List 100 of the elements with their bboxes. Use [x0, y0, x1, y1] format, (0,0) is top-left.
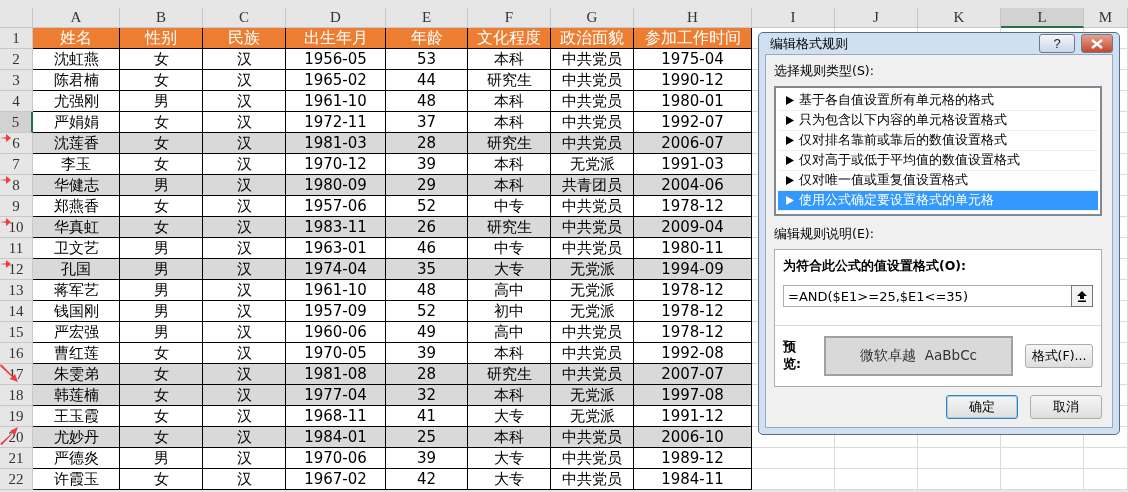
row-header[interactable]: 11 — [0, 238, 33, 259]
table-cell: 王玉霞 — [33, 406, 120, 427]
row-header[interactable]: 19 — [0, 406, 33, 427]
header-cell: 出生年月 — [286, 28, 386, 49]
column-header[interactable]: I — [752, 8, 835, 28]
table-cell: 32 — [386, 385, 468, 406]
row-header[interactable]: 16 — [0, 343, 33, 364]
help-button[interactable]: ? — [1039, 34, 1075, 53]
header-cell: 政治面貌 — [551, 28, 634, 49]
collapse-button[interactable] — [1071, 285, 1093, 307]
table-cell: 汉 — [203, 427, 286, 448]
rule-type-item[interactable]: 只为包含以下内容的单元格设置格式 — [778, 111, 1098, 131]
table-cell: 无党派 — [551, 406, 634, 427]
table-cell: 39 — [386, 343, 468, 364]
table-cell: 中共党员 — [551, 427, 634, 448]
table-cell: 中共党员 — [551, 469, 634, 490]
row-header[interactable]: 10 — [0, 217, 33, 238]
table-cell: 无党派 — [551, 259, 634, 280]
table-cell: 1991-03 — [634, 154, 752, 175]
row-header[interactable]: 4 — [0, 91, 33, 112]
row-header[interactable]: 2 — [0, 49, 33, 70]
close-button[interactable] — [1081, 34, 1113, 53]
row-header[interactable]: 7 — [0, 154, 33, 175]
rule-type-item[interactable]: 仅对高于或低于平均值的数值设置格式 — [778, 151, 1098, 171]
table-cell: 汉 — [203, 448, 286, 469]
table-cell: 1970-12 — [286, 154, 386, 175]
table-cell: 汉 — [203, 112, 286, 133]
table-cell: 许霞玉 — [33, 469, 120, 490]
table-cell: 女 — [120, 49, 203, 70]
triangle-icon — [786, 196, 794, 205]
table-cell: 1965-02 — [286, 70, 386, 91]
table-cell: 1984-01 — [286, 427, 386, 448]
table-cell: 46 — [386, 238, 468, 259]
table-cell: 钱国刚 — [33, 301, 120, 322]
triangle-icon — [786, 176, 794, 185]
up-arrow-icon — [1077, 290, 1087, 302]
rule-type-item[interactable]: 基于各自值设置所有单元格的格式 — [778, 91, 1098, 111]
table-cell: 女 — [120, 343, 203, 364]
column-header[interactable]: B — [120, 8, 203, 28]
format-button[interactable]: 格式(F)... — [1025, 344, 1093, 368]
table-cell: 1980-09 — [286, 175, 386, 196]
table-cell: 中共党员 — [551, 70, 634, 91]
table-cell: 2009-04 — [634, 217, 752, 238]
table-cell: 女 — [120, 154, 203, 175]
table-cell: 1961-10 — [286, 91, 386, 112]
table-cell: 汉 — [203, 280, 286, 301]
table-cell: 男 — [120, 301, 203, 322]
table-cell: 研究生 — [468, 133, 551, 154]
column-header[interactable]: M — [1084, 8, 1128, 28]
table-cell: 沈虹燕 — [33, 49, 120, 70]
triangle-icon — [786, 156, 794, 165]
column-header[interactable]: F — [468, 8, 551, 28]
column-header[interactable]: G — [551, 8, 634, 28]
table-cell: 1981-03 — [286, 133, 386, 154]
column-header[interactable]: K — [918, 8, 1001, 28]
table-cell: 28 — [386, 133, 468, 154]
table-cell: 本科 — [468, 385, 551, 406]
rule-type-item[interactable]: 仅对排名靠前或靠后的数值设置格式 — [778, 131, 1098, 151]
formula-field[interactable]: =AND($E1>=25,$E1<=35) — [783, 285, 1071, 307]
row-header[interactable]: 13 — [0, 280, 33, 301]
table-cell: 1978-12 — [634, 196, 752, 217]
table-cell: 1974-04 — [286, 259, 386, 280]
row-header[interactable]: 6 — [0, 133, 33, 154]
row-header[interactable]: 21 — [0, 448, 33, 469]
column-header[interactable]: C — [203, 8, 286, 28]
table-cell: 男 — [120, 322, 203, 343]
column-header[interactable]: E — [386, 8, 468, 28]
table-cell: 中共党员 — [551, 322, 634, 343]
row-header[interactable]: 8 — [0, 175, 33, 196]
row-header[interactable]: 9 — [0, 196, 33, 217]
table-cell: 1957-06 — [286, 196, 386, 217]
row-header[interactable]: 12 — [0, 259, 33, 280]
table-cell: 本科 — [468, 91, 551, 112]
column-header[interactable]: L — [1001, 8, 1084, 28]
column-header[interactable]: H — [634, 8, 752, 28]
table-cell: 汉 — [203, 217, 286, 238]
row-header[interactable]: 1 — [0, 28, 33, 49]
table-cell: 男 — [120, 91, 203, 112]
row-header[interactable]: 3 — [0, 70, 33, 91]
table-cell: 28 — [386, 364, 468, 385]
table-cell: 25 — [386, 427, 468, 448]
cancel-button[interactable]: 取消 — [1030, 395, 1102, 419]
row-header[interactable]: 22 — [0, 469, 33, 490]
row-header[interactable]: 14 — [0, 301, 33, 322]
table-cell: 1997-08 — [634, 385, 752, 406]
table-cell: 陈君楠 — [33, 70, 120, 91]
rule-type-item[interactable]: 仅对唯一值或重复值设置格式 — [778, 171, 1098, 191]
row-header[interactable]: 15 — [0, 322, 33, 343]
column-header[interactable]: J — [835, 8, 918, 28]
header-cell: 民族 — [203, 28, 286, 49]
table-cell: 中共党员 — [551, 112, 634, 133]
table-cell: 汉 — [203, 406, 286, 427]
column-header[interactable]: A — [33, 8, 120, 28]
column-header[interactable]: D — [286, 8, 386, 28]
row-header[interactable]: 5 — [0, 112, 33, 133]
table-cell: 尤强刚 — [33, 91, 120, 112]
table-cell: 1970-06 — [286, 448, 386, 469]
table-cell: 1991-12 — [634, 406, 752, 427]
ok-button[interactable]: 确定 — [946, 395, 1018, 419]
row-header[interactable]: 18 — [0, 385, 33, 406]
